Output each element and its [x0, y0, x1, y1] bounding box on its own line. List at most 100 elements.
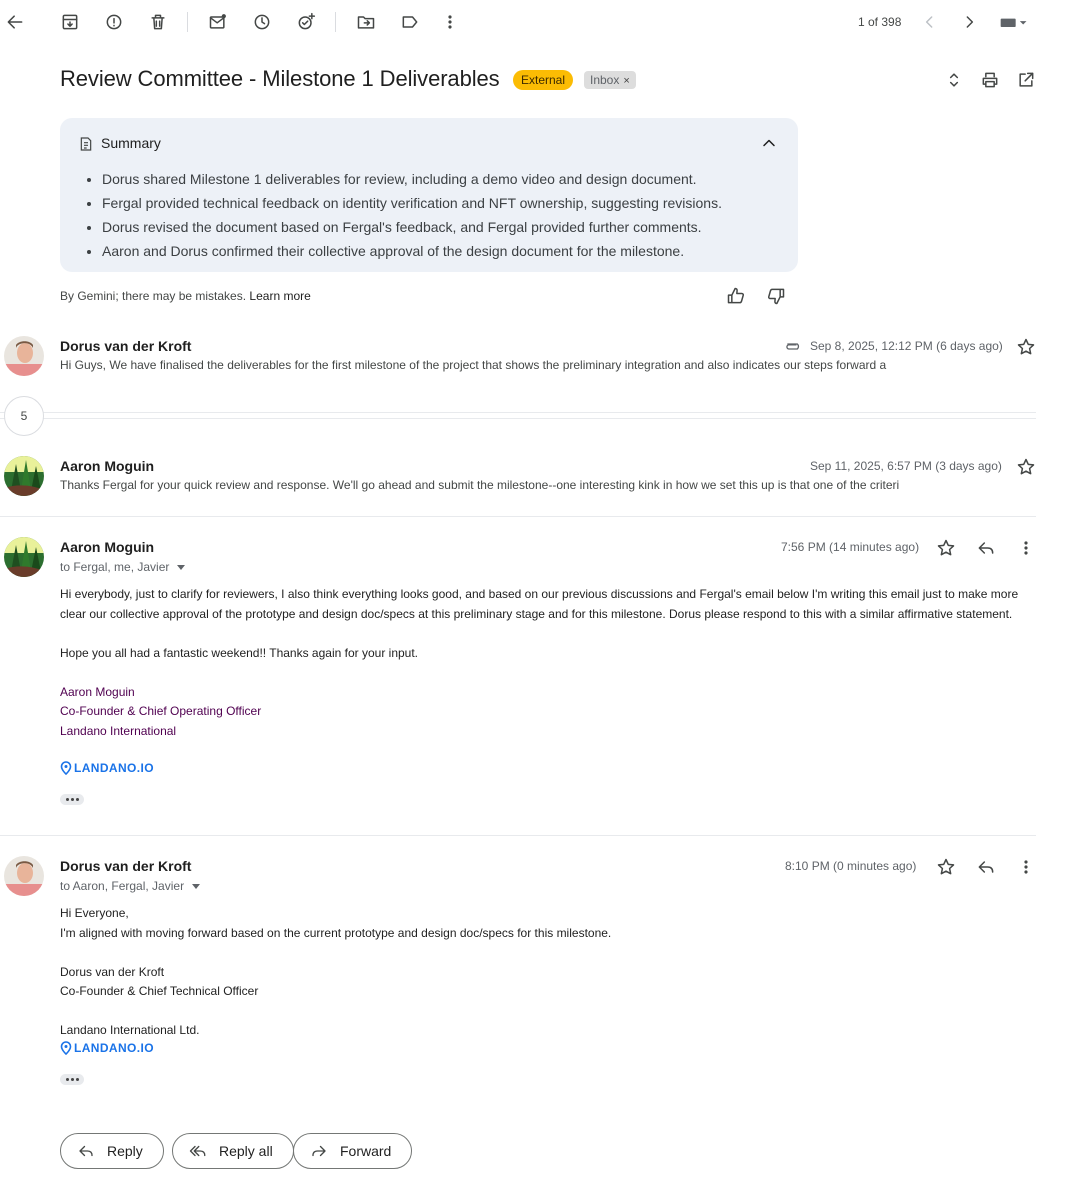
reply-all-button-label: Reply all [219, 1143, 273, 1159]
message-snippet[interactable]: Hi Guys, We have finalised the deliverab… [60, 358, 1020, 372]
summary-doc-icon [80, 137, 92, 151]
message-divider [0, 835, 1036, 836]
message-divider [0, 516, 1036, 517]
signature-company: Landano International [60, 723, 177, 738]
toolbar-divider [187, 12, 188, 32]
reply-icon [79, 1145, 93, 1157]
summary-item: Dorus shared Milestone 1 deliverables fo… [102, 167, 722, 191]
forward-icon [312, 1145, 326, 1157]
summary-item: Dorus revised the document based on Ferg… [102, 215, 722, 239]
sender-name[interactable]: Aaron Moguin [60, 539, 154, 555]
email-subject: Review Committee - Milestone 1 Deliverab… [60, 66, 500, 91]
recipients-caret-icon[interactable] [192, 884, 201, 890]
landano-logo-text: LANDANO.IO [74, 1041, 154, 1055]
reply-icon[interactable] [974, 855, 998, 879]
avatar[interactable] [4, 856, 44, 896]
message-snippet[interactable]: Thanks Fergal for your quick review and … [60, 478, 1020, 492]
collapsed-divider [0, 418, 1036, 419]
more-vert-icon[interactable] [1014, 536, 1038, 560]
attachment-paperclip-icon [786, 343, 800, 350]
recipients-line[interactable]: to Aaron, Fergal, Javier [60, 879, 201, 893]
expand-all-icon[interactable] [942, 68, 966, 92]
collapse-chevron-up-icon[interactable] [757, 131, 781, 155]
recipients-text: to Fergal, me, Javier [60, 560, 170, 574]
message-date: Sep 11, 2025, 6:57 PM (3 days ago) [810, 459, 1002, 473]
open-new-window-icon[interactable] [1014, 68, 1038, 92]
add-task-icon[interactable] [294, 10, 318, 34]
recipients-caret-icon[interactable] [177, 565, 186, 571]
delete-icon[interactable] [146, 10, 170, 34]
landano-logo-text: LANDANO.IO [74, 761, 154, 775]
reply-all-button[interactable]: Reply all [172, 1133, 294, 1169]
remove-label-icon[interactable]: × [623, 75, 629, 87]
sender-name[interactable]: Aaron Moguin [60, 458, 154, 474]
inbox-label-text: Inbox [590, 73, 620, 87]
map-pin-icon [60, 761, 72, 775]
show-trimmed-content-icon[interactable] [60, 794, 84, 805]
recipients-text: to Aaron, Fergal, Javier [60, 879, 185, 893]
avatar[interactable] [4, 456, 44, 496]
star-icon[interactable] [934, 855, 958, 879]
learn-more-link[interactable]: Learn more [249, 289, 310, 303]
thumbs-down-icon[interactable] [764, 284, 788, 308]
gemini-disclaimer-text: By Gemini; there may be mistakes. [60, 289, 247, 303]
body-paragraph: I'm aligned with moving forward based on… [60, 925, 612, 940]
toolbar-divider [335, 12, 336, 32]
message-body: Hi everybody, just to clarify for review… [60, 585, 1040, 741]
thumbs-up-icon[interactable] [724, 284, 748, 308]
message-date: 7:56 PM (14 minutes ago) [781, 540, 920, 554]
landano-logo[interactable]: LANDANO.IO [60, 761, 154, 775]
map-pin-icon [60, 1041, 72, 1055]
reply-all-icon [189, 1145, 206, 1157]
archive-icon[interactable] [58, 10, 82, 34]
message-date: 8:10 PM (0 minutes ago) [785, 859, 917, 873]
reply-button-label: Reply [107, 1143, 143, 1159]
move-to-folder-icon[interactable] [354, 10, 378, 34]
signature-title: Co-Founder & Chief Operating Officer [60, 704, 262, 718]
landano-logo[interactable]: LANDANO.IO [60, 1041, 154, 1055]
reply-button[interactable]: Reply [60, 1133, 164, 1169]
signature-name: Aaron Moguin [60, 684, 135, 699]
avatar[interactable] [4, 336, 44, 376]
message-date: Sep 8, 2025, 12:12 PM (6 days ago) [810, 339, 1003, 353]
external-badge: External [513, 70, 574, 90]
summary-list: Dorus shared Milestone 1 deliverables fo… [102, 167, 722, 263]
gemini-disclaimer: By Gemini; there may be mistakes. Learn … [60, 289, 311, 303]
sender-name[interactable]: Dorus van der Kroft [60, 858, 191, 874]
signature-title: Co-Founder & Chief Technical Officer [60, 984, 259, 998]
message-counter: 1 of 398 [858, 15, 902, 29]
reply-icon[interactable] [974, 536, 998, 560]
signature-company: Landano International Ltd. [60, 1023, 200, 1037]
newer-chevron-left-icon[interactable] [918, 10, 942, 34]
avatar[interactable] [4, 537, 44, 577]
more-vert-icon[interactable] [1014, 855, 1038, 879]
mark-unread-icon[interactable] [206, 10, 230, 34]
show-trimmed-content-icon[interactable] [60, 1074, 84, 1085]
summary-item: Aaron and Dorus confirmed their collecti… [102, 239, 722, 263]
forward-button-label: Forward [340, 1143, 392, 1159]
message-body: Hi Everyone, I'm aligned with moving for… [60, 904, 1040, 1041]
back-arrow-icon[interactable] [3, 10, 27, 34]
label-icon[interactable] [398, 10, 422, 34]
summary-title: Summary [101, 135, 161, 151]
print-icon[interactable] [978, 68, 1002, 92]
gemini-summary-card: Summary Dorus shared Milestone 1 deliver… [60, 118, 798, 272]
collapsed-messages-count[interactable]: 5 [4, 396, 44, 436]
older-chevron-right-icon[interactable] [957, 10, 981, 34]
body-paragraph: Hi Everyone, [60, 906, 129, 920]
summary-item: Fergal provided technical feedback on id… [102, 191, 722, 215]
recipients-line[interactable]: to Fergal, me, Javier [60, 560, 186, 574]
star-icon[interactable] [1014, 335, 1038, 359]
star-icon[interactable] [1014, 455, 1038, 479]
keyboard-input-icon[interactable] [996, 10, 1032, 34]
collapsed-divider [0, 412, 1036, 413]
snooze-clock-icon[interactable] [250, 10, 274, 34]
sender-name[interactable]: Dorus van der Kroft [60, 338, 191, 354]
body-paragraph: Hope you all had a fantastic weekend!! T… [60, 645, 419, 660]
star-icon[interactable] [934, 536, 958, 560]
forward-button[interactable]: Forward [293, 1133, 413, 1169]
body-paragraph: Hi everybody, just to clarify for review… [60, 587, 1019, 621]
inbox-label-chip[interactable]: Inbox × [584, 71, 636, 89]
report-spam-icon[interactable] [102, 10, 126, 34]
more-vert-icon[interactable] [438, 10, 462, 34]
